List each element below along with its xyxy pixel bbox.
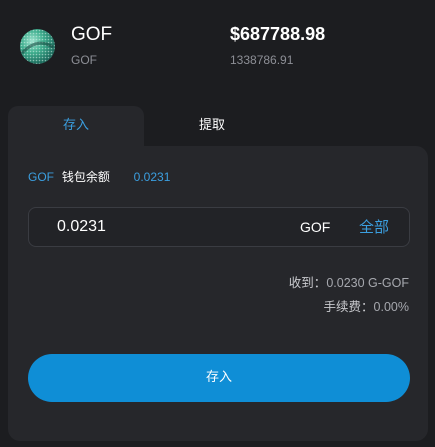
- token-logo-icon: [20, 29, 55, 64]
- balance-value: 0.0231: [133, 170, 171, 184]
- token-header: GOF GOF $687788.98 1338786.91: [0, 0, 435, 90]
- deposit-button[interactable]: 存入: [28, 354, 410, 402]
- fee-info: 手续费：0.00%: [324, 296, 409, 315]
- receive-label: 收到：: [288, 275, 327, 290]
- balance-symbol: GOF: [28, 170, 54, 184]
- token-subtitle: GOF: [71, 53, 97, 67]
- balance-label: 钱包余额: [61, 170, 110, 184]
- token-name: GOF: [71, 24, 113, 45]
- deposit-panel: GOF 钱包余额 0.0231 GOF 全部 收到：0.0230 G-GOF 手…: [8, 146, 428, 441]
- max-button[interactable]: 全部: [359, 216, 389, 237]
- tab-deposit[interactable]: 存入: [8, 106, 144, 146]
- vault-page: GOF GOF $687788.98 1338786.91 存入 提取 GOF …: [0, 0, 435, 447]
- token-amount: 1338786.91: [230, 53, 294, 67]
- amount-unit: GOF: [300, 219, 331, 235]
- receive-info: 收到：0.0230 G-GOF: [289, 272, 409, 291]
- amount-field: GOF 全部: [28, 207, 410, 247]
- wallet-balance-row: GOF 钱包余额 0.0231: [28, 168, 170, 186]
- fee-label: 手续费：: [323, 299, 374, 314]
- amount-input[interactable]: [57, 214, 257, 240]
- fee-value: 0.00%: [373, 300, 409, 314]
- receive-value: 0.0230 G-GOF: [326, 276, 409, 290]
- tab-withdraw[interactable]: 提取: [144, 106, 280, 146]
- token-usd-value: $687788.98: [230, 24, 326, 44]
